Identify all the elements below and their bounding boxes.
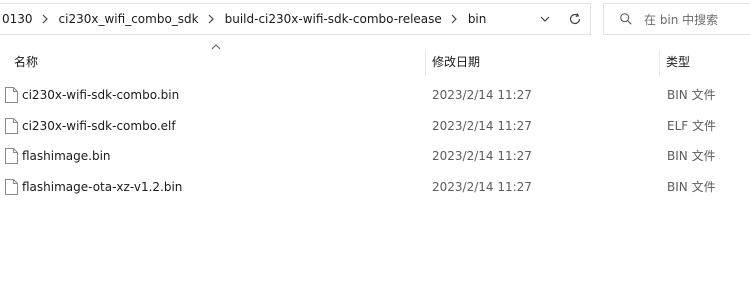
refresh-icon — [569, 13, 581, 25]
file-name: flashimage.bin — [22, 149, 111, 163]
chevron-right-icon[interactable] — [202, 7, 221, 31]
file-icon — [5, 148, 18, 164]
chevron-down-icon — [540, 16, 550, 22]
column-header-date[interactable]: 修改日期 — [426, 48, 480, 76]
breadcrumb-item-build[interactable]: build-ci230x-wifi-sdk-combo-release — [221, 7, 445, 31]
breadcrumb: 0130 ci230x_wifi_combo_sdk build-ci230x-… — [0, 4, 530, 34]
file-date: 2023/2/14 11:27 — [432, 149, 532, 163]
file-type: ELF 文件 — [667, 119, 716, 133]
column-header-type[interactable]: 类型 — [660, 48, 690, 76]
search-input[interactable]: 在 bin 中搜索 — [603, 3, 750, 35]
refresh-button[interactable] — [560, 4, 590, 34]
address-bar[interactable]: 0130 ci230x_wifi_combo_sdk build-ci230x-… — [0, 3, 591, 35]
file-date: 2023/2/14 11:27 — [432, 88, 532, 102]
file-icon — [5, 118, 18, 134]
file-date: 2023/2/14 11:27 — [432, 119, 532, 133]
column-header-name[interactable]: 名称 — [8, 48, 38, 76]
file-row[interactable]: flashimage-ota-xz-v1.2.bin 2023/2/14 11:… — [0, 172, 750, 202]
search-icon — [618, 11, 634, 27]
file-row[interactable]: ci230x-wifi-sdk-combo.elf 2023/2/14 11:2… — [0, 111, 750, 141]
file-name: ci230x-wifi-sdk-combo.bin — [22, 88, 180, 102]
file-icon — [5, 179, 18, 195]
search-placeholder: 在 bin 中搜索 — [644, 12, 719, 27]
file-type: BIN 文件 — [667, 149, 716, 163]
file-row[interactable]: flashimage.bin 2023/2/14 11:27 BIN 文件 — [0, 141, 750, 171]
chevron-right-icon[interactable] — [36, 7, 55, 31]
file-name: ci230x-wifi-sdk-combo.elf — [22, 119, 176, 133]
file-type: BIN 文件 — [667, 180, 716, 194]
breadcrumb-item-bin[interactable]: bin — [464, 7, 490, 31]
history-dropdown-button[interactable] — [530, 4, 560, 34]
file-name: flashimage-ota-xz-v1.2.bin — [22, 180, 183, 194]
file-row[interactable]: ci230x-wifi-sdk-combo.bin 2023/2/14 11:2… — [0, 80, 750, 110]
file-date: 2023/2/14 11:27 — [432, 180, 532, 194]
breadcrumb-item-sdk[interactable]: ci230x_wifi_combo_sdk — [55, 7, 202, 31]
file-icon — [5, 87, 18, 103]
sort-ascending-icon — [211, 44, 221, 50]
chevron-right-icon[interactable] — [445, 7, 464, 31]
breadcrumb-item-0130[interactable]: 0130 — [0, 7, 36, 31]
file-type: BIN 文件 — [667, 88, 716, 102]
file-explorer: 0130 ci230x_wifi_combo_sdk build-ci230x-… — [0, 0, 750, 284]
